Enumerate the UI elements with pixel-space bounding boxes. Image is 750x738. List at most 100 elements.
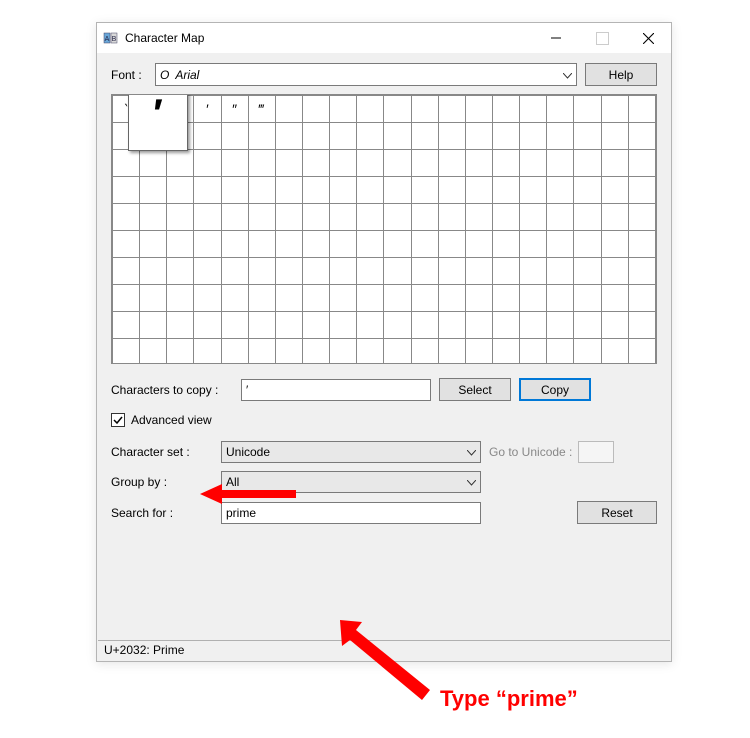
grid-cell[interactable] [465,96,492,123]
grid-cell[interactable] [628,204,655,231]
grid-cell[interactable] [411,285,438,312]
grid-cell[interactable] [628,123,655,150]
grid-cell[interactable] [438,285,465,312]
grid-cell[interactable] [601,258,628,285]
grid-cell[interactable] [520,204,547,231]
grid-cell[interactable] [465,150,492,177]
grid-cell[interactable] [520,231,547,258]
grid-cell[interactable] [194,285,221,312]
grid-cell[interactable] [628,312,655,339]
help-button[interactable]: Help [585,63,657,86]
reset-button[interactable]: Reset [577,501,657,524]
grid-cell[interactable] [574,285,601,312]
grid-cell[interactable] [330,285,357,312]
grid-cell[interactable] [140,177,167,204]
grid-cell[interactable] [140,258,167,285]
grid-cell[interactable] [520,339,547,365]
grid-cell[interactable] [465,177,492,204]
grid-cell[interactable] [465,231,492,258]
grid-cell[interactable] [302,204,329,231]
grid-cell[interactable] [221,258,248,285]
grid-cell[interactable] [248,258,275,285]
grid-cell[interactable] [384,96,411,123]
grid-cell[interactable] [547,312,574,339]
maximize-button[interactable] [579,23,625,53]
grid-cell[interactable] [492,312,519,339]
grid-cell[interactable] [221,312,248,339]
grid-cell[interactable] [275,96,302,123]
grid-cell[interactable] [275,204,302,231]
charset-select[interactable]: Unicode [221,441,481,463]
grid-cell[interactable] [628,339,655,365]
grid-cell[interactable]: ′ [194,96,221,123]
grid-cell[interactable] [302,177,329,204]
font-select[interactable]: O Arial [155,63,577,86]
grid-cell[interactable] [411,123,438,150]
grid-cell[interactable] [411,150,438,177]
grid-cell[interactable] [574,231,601,258]
grid-cell[interactable] [194,204,221,231]
copy-input[interactable] [241,379,431,401]
grid-cell[interactable] [194,231,221,258]
grid-cell[interactable] [330,258,357,285]
grid-cell[interactable] [492,258,519,285]
grid-cell[interactable] [357,339,384,365]
grid-cell[interactable] [248,204,275,231]
grid-cell[interactable] [357,231,384,258]
grid-cell[interactable] [492,123,519,150]
grid-cell[interactable] [167,177,194,204]
grid-cell[interactable] [465,339,492,365]
grid-cell[interactable] [411,258,438,285]
grid-cell[interactable] [194,123,221,150]
grid-cell[interactable] [357,312,384,339]
grid-cell[interactable] [574,150,601,177]
grid-cell[interactable] [628,258,655,285]
grid-cell[interactable] [465,204,492,231]
select-button[interactable]: Select [439,378,511,401]
grid-cell[interactable] [492,150,519,177]
grid-cell[interactable] [438,231,465,258]
grid-cell[interactable] [302,312,329,339]
grid-cell[interactable] [547,123,574,150]
groupby-select[interactable]: All [221,471,481,493]
character-grid[interactable]: ‵‶‷′″‴ ′ [111,94,657,364]
grid-cell[interactable] [275,177,302,204]
grid-cell[interactable] [465,258,492,285]
grid-cell[interactable] [574,123,601,150]
grid-cell[interactable] [547,177,574,204]
grid-cell[interactable] [140,204,167,231]
grid-cell[interactable] [411,339,438,365]
grid-cell[interactable] [302,231,329,258]
copy-button[interactable]: Copy [519,378,591,401]
grid-cell[interactable] [113,339,140,365]
grid-cell[interactable]: ‴ [248,96,275,123]
grid-cell[interactable] [492,231,519,258]
grid-cell[interactable] [384,177,411,204]
grid-cell[interactable] [411,312,438,339]
grid-cell[interactable] [411,204,438,231]
grid-cell[interactable] [384,150,411,177]
grid-cell[interactable] [384,204,411,231]
grid-cell[interactable] [248,177,275,204]
grid-cell[interactable] [357,150,384,177]
grid-cell[interactable] [492,204,519,231]
grid-cell[interactable] [330,231,357,258]
grid-cell[interactable] [574,258,601,285]
grid-cell[interactable] [384,258,411,285]
grid-cell[interactable] [601,150,628,177]
grid-cell[interactable] [113,312,140,339]
grid-cell[interactable] [140,231,167,258]
grid-cell[interactable] [520,96,547,123]
grid-cell[interactable] [547,150,574,177]
grid-cell[interactable] [574,96,601,123]
grid-cell[interactable] [438,123,465,150]
grid-cell[interactable] [574,204,601,231]
grid-cell[interactable] [357,96,384,123]
grid-cell[interactable] [330,312,357,339]
grid-cell[interactable] [520,177,547,204]
grid-cell[interactable] [601,312,628,339]
minimize-button[interactable] [533,23,579,53]
grid-cell[interactable] [465,123,492,150]
grid-cell[interactable] [275,150,302,177]
grid-cell[interactable] [492,339,519,365]
